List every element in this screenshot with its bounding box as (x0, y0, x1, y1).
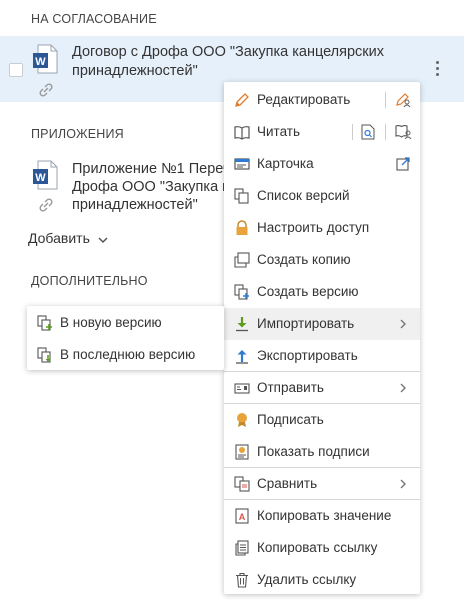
submenu-item-import-last-version[interactable]: В последнюю версию (27, 339, 224, 371)
import-arrow-icon (236, 317, 248, 332)
word-document-icon: W (33, 44, 58, 74)
menu-item-access[interactable]: Настроить доступ (224, 212, 420, 244)
more-options-icon[interactable] (430, 61, 444, 79)
chevron-right-icon (400, 383, 406, 393)
import-submenu: В новую версию В последнюю версию (27, 306, 224, 370)
svg-text:A: A (239, 512, 246, 522)
chevron-right-icon (400, 319, 406, 329)
pencil-icon (235, 93, 249, 107)
new-version-icon (234, 284, 249, 300)
versions-list-icon (234, 188, 249, 204)
menu-item-card[interactable]: Карточка (224, 148, 420, 180)
edit-with-user-icon[interactable] (395, 91, 412, 108)
show-signatures-icon (235, 444, 249, 460)
separator-vertical (352, 124, 353, 140)
menu-item-compare[interactable]: Сравнить (224, 468, 420, 500)
send-icon (234, 383, 250, 394)
book-icon (234, 126, 250, 140)
compare-icon (234, 476, 250, 492)
card-icon (234, 158, 250, 170)
row-checkbox[interactable] (9, 63, 23, 77)
import-new-version-icon (37, 315, 52, 331)
lock-icon (236, 220, 248, 235)
submenu-item-import-new-version[interactable]: В новую версию (27, 307, 224, 339)
chevron-right-icon (400, 479, 406, 489)
chevron-down-icon (98, 237, 108, 244)
import-last-version-icon (37, 347, 51, 363)
link-chain-icon (39, 198, 53, 212)
section-title-additional: ДОПОЛНИТЕЛЬНО (31, 274, 148, 288)
document-title-line1[interactable]: Договор с Дрофа ООО "Закупка канцелярски… (72, 43, 384, 62)
menu-item-show-signatures[interactable]: Показать подписи (224, 436, 420, 468)
copy-icon (234, 252, 250, 268)
menu-item-copy-link[interactable]: Копировать ссылку (224, 532, 420, 564)
separator-vertical (385, 124, 386, 140)
menu-item-import[interactable]: Импортировать (224, 308, 420, 340)
export-arrow-icon (236, 350, 248, 364)
menu-item-export[interactable]: Экспортировать (224, 340, 420, 372)
menu-item-versions-list[interactable]: Список версий (224, 180, 420, 212)
preview-search-icon[interactable] (361, 124, 375, 140)
section-title-attachments: ПРИЛОЖЕНИЯ (31, 127, 124, 141)
separator-vertical (385, 92, 386, 108)
svg-text:W: W (35, 172, 46, 184)
add-button-label: Добавить (28, 230, 90, 246)
menu-item-sign[interactable]: Подписать (224, 404, 420, 436)
copy-value-icon: A (235, 508, 249, 524)
context-menu: Редактировать Читать Карточка Список вер… (224, 82, 420, 594)
document-title-line2[interactable]: принадлежностей" (72, 62, 198, 81)
menu-item-copy-value[interactable]: A Копировать значение (224, 500, 420, 532)
link-chain-icon (39, 83, 53, 97)
sign-medal-icon (237, 413, 247, 427)
open-external-icon[interactable] (396, 156, 411, 171)
trash-icon (236, 572, 248, 588)
svg-text:W: W (35, 56, 46, 68)
menu-item-delete-link[interactable]: Удалить ссылку (224, 564, 420, 596)
menu-item-read[interactable]: Читать (224, 116, 420, 148)
copy-link-icon (235, 540, 249, 556)
menu-item-create-copy[interactable]: Создать копию (224, 244, 420, 276)
section-title-approval: НА СОГЛАСОВАНИЕ (31, 12, 157, 26)
menu-item-send[interactable]: Отправить (224, 372, 420, 404)
word-document-icon: W (33, 160, 58, 190)
attachment-title-line3[interactable]: принадлежностей" (72, 196, 198, 215)
menu-item-create-version[interactable]: Создать версию (224, 276, 420, 308)
menu-item-edit[interactable]: Редактировать (224, 84, 420, 116)
read-with-user-icon[interactable] (395, 123, 412, 140)
add-button[interactable]: Добавить (28, 230, 108, 246)
